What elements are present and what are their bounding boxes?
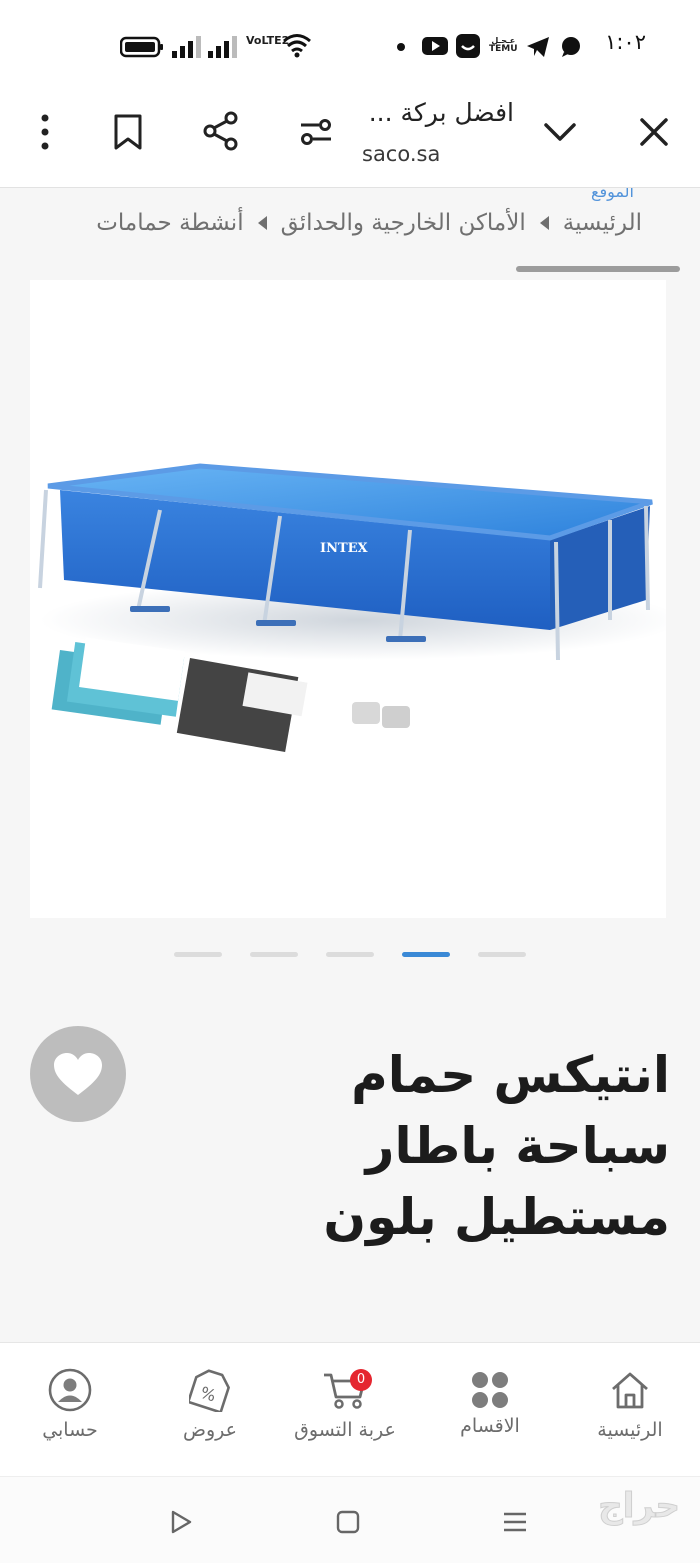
signal-icon <box>172 36 202 58</box>
nav-label: الاقسام <box>460 1415 520 1437</box>
caret-left-icon <box>257 216 267 230</box>
breadcrumb-item[interactable]: الأماكن الخارجية والحدائق <box>281 210 526 236</box>
product-image[interactable]: INTEX <box>30 280 680 918</box>
battery-icon <box>120 36 164 58</box>
nav-home[interactable]: الرئيسية <box>565 1343 695 1477</box>
carousel-dot-active[interactable] <box>402 952 450 957</box>
breadcrumb-item[interactable]: أنشطة حمامات <box>96 210 243 236</box>
signal-icon <box>208 36 238 58</box>
site-settings-icon[interactable] <box>296 112 336 152</box>
share-icon[interactable] <box>198 108 244 154</box>
wifi-icon <box>282 32 312 58</box>
close-icon[interactable] <box>632 110 676 154</box>
assistant-play-icon[interactable] <box>166 1507 196 1537</box>
nav-label: الرئيسية <box>597 1419 663 1441</box>
system-navigation-bar <box>0 1476 700 1563</box>
status-bar: VoLTE2 عـجـل TEMU ١:٠٢ <box>0 0 700 92</box>
page-title: افضل بركة ... <box>368 98 514 127</box>
carousel-dot[interactable] <box>478 952 526 957</box>
carousel-indicators <box>0 952 700 960</box>
pool-illustration: INTEX <box>38 463 680 752</box>
caret-left-icon <box>539 216 549 230</box>
notification-dot-icon <box>396 42 406 52</box>
bookmark-icon[interactable] <box>108 110 148 154</box>
breadcrumb: الموقع الرئيسية الأماكن الخارجية والحدائ… <box>0 188 700 274</box>
clock: ١:٠٢ <box>605 30 646 54</box>
nav-label: عروض <box>183 1419 237 1441</box>
svg-text:%: % <box>198 1383 218 1406</box>
account-icon <box>48 1368 92 1412</box>
nav-offers[interactable]: % عروض <box>145 1343 275 1477</box>
intex-logo: INTEX <box>320 541 369 556</box>
carousel-dot[interactable] <box>174 952 222 957</box>
watermark: حراج <box>598 1486 681 1527</box>
nav-label: عربة التسوق <box>294 1419 396 1441</box>
breadcrumb-scrollbar[interactable] <box>516 266 680 272</box>
carousel-dot[interactable] <box>250 952 298 957</box>
temu-icon: عـجـل TEMU <box>489 36 518 54</box>
app-icon <box>456 34 480 58</box>
breadcrumb-item[interactable]: الرئيسية <box>563 210 642 236</box>
chat-icon <box>560 36 582 58</box>
bottom-navigation: الرئيسية الاقسام 0 عربة التسوق % عروض حس… <box>0 1342 700 1476</box>
more-options-icon[interactable] <box>30 110 60 154</box>
carousel-dot[interactable] <box>326 952 374 957</box>
home-square-icon[interactable] <box>333 1507 363 1537</box>
nav-label: حسابي <box>42 1419 98 1441</box>
recents-menu-icon[interactable] <box>500 1507 530 1537</box>
page-domain[interactable]: saco.sa <box>362 142 440 166</box>
nav-cart[interactable]: 0 عربة التسوق <box>280 1343 410 1477</box>
browser-toolbar <box>0 92 700 188</box>
categories-icon <box>472 1372 508 1408</box>
home-icon <box>612 1372 648 1409</box>
favorite-button[interactable] <box>30 1026 126 1122</box>
youtube-icon <box>422 35 448 57</box>
telegram-icon <box>526 36 550 58</box>
heart-icon <box>54 1053 102 1095</box>
offers-tag-icon: % <box>189 1369 230 1412</box>
product-title: انتيكس حمام سباحة باطار مستطيل بلون <box>323 1046 670 1246</box>
nav-categories[interactable]: الاقسام <box>425 1343 555 1477</box>
chevron-down-icon[interactable] <box>540 112 580 152</box>
breadcrumb-peek-text: الموقع <box>591 188 634 201</box>
cart-count-badge: 0 <box>350 1369 372 1391</box>
nav-account[interactable]: حسابي <box>5 1343 135 1477</box>
